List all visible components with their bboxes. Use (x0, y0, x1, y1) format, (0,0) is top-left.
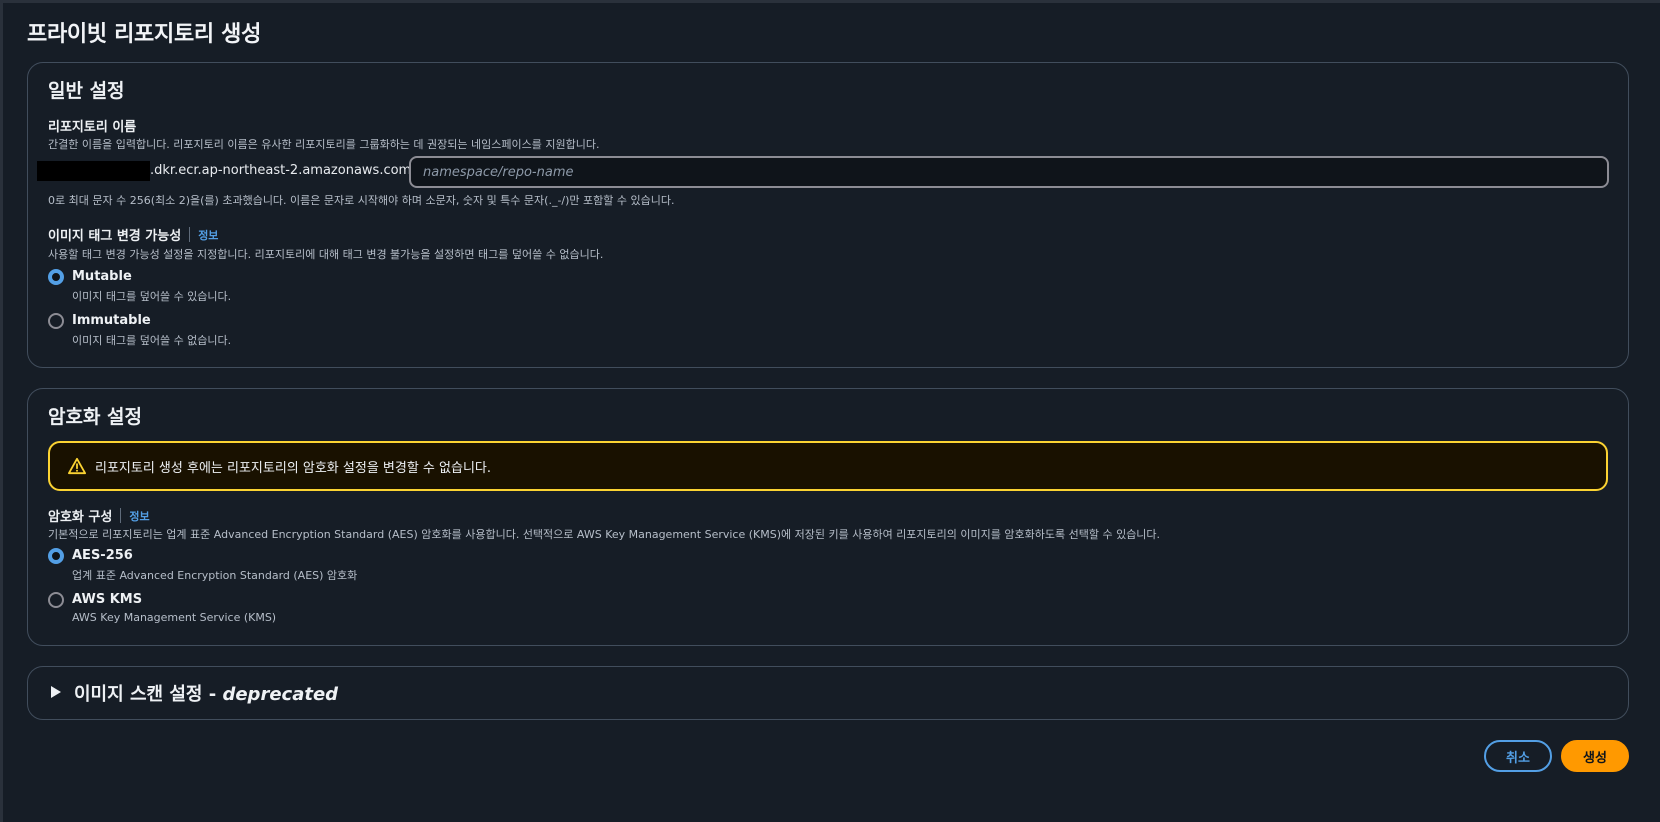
page-title: 프라이빗 리포지토리 생성 (27, 22, 262, 47)
image-scan-settings-panel[interactable]: 이미지 스캔 설정 - deprecated (27, 666, 1629, 720)
encryption-settings-heading: 암호화 설정 (48, 406, 143, 428)
window-left-border (0, 0, 3, 822)
radio-desc-aes256: 업계 표준 Advanced Encryption Standard (AES)… (72, 569, 358, 582)
warning-icon (68, 457, 86, 475)
radio-desc-mutable: 이미지 태그를 덮어쓸 수 있습니다. (72, 290, 232, 303)
tag-mutability-label: 이미지 태그 변경 가능성 (48, 229, 182, 244)
encryption-config-label: 암호화 구성 (48, 510, 113, 525)
encryption-config-label-row: 암호화 구성 정보 (48, 506, 150, 525)
encryption-warning-text: 리포지토리 생성 후에는 리포지토리의 암호화 설정을 변경할 수 없습니다. (95, 460, 491, 476)
radio-desc-immutable: 이미지 태그를 덮어쓸 수 없습니다. (72, 334, 232, 347)
tag-mutability-info-link[interactable]: 정보 (198, 227, 218, 243)
general-settings-panel: 일반 설정 리포지토리 이름 간결한 이름을 입력합니다. 리포지토리 이름은 … (27, 62, 1629, 368)
image-scan-settings-title[interactable]: 이미지 스캔 설정 - deprecated (74, 680, 338, 706)
repo-name-description: 간결한 이름을 입력합니다. 리포지토리 이름은 유사한 리포지토리를 그룹화하… (48, 138, 600, 151)
info-separator (120, 508, 122, 523)
redacted-account-id (37, 161, 150, 181)
window-top-border (0, 0, 1660, 3)
repo-name-constraint-hint: 0로 최대 문자 수 256(최소 2)을(를) 초과했습니다. 이름은 문자로… (48, 194, 675, 207)
repo-uri-prefix: .dkr.ecr.ap-northeast-2.amazonaws.com/ (150, 163, 416, 178)
caret-right-icon[interactable] (50, 685, 62, 699)
radio-desc-aws-kms: AWS Key Management Service (KMS) (72, 611, 277, 624)
encryption-config-description: 기본적으로 리포지토리는 업계 표준 Advanced Encryption S… (48, 528, 1161, 541)
radio-button-aws-kms[interactable] (48, 592, 64, 608)
radio-label-aws-kms: AWS KMS (72, 592, 143, 607)
repo-name-input[interactable] (409, 156, 1609, 188)
radio-button-mutable[interactable] (48, 269, 64, 285)
radio-button-immutable[interactable] (48, 313, 64, 329)
tag-mutability-description: 사용할 태그 변경 가능성 설정을 지정합니다. 리포지토리에 대해 태그 변경… (48, 248, 604, 261)
general-settings-heading: 일반 설정 (48, 80, 125, 102)
create-button[interactable]: 생성 (1561, 740, 1629, 772)
image-scan-title-text: 이미지 스캔 설정 - (74, 684, 223, 705)
image-scan-deprecated-label: deprecated (222, 684, 339, 705)
cancel-button[interactable]: 취소 (1484, 740, 1552, 772)
radio-label-immutable: Immutable (72, 313, 151, 328)
radio-option-immutable[interactable]: Immutable 이미지 태그를 덮어쓸 수 없습니다. (48, 312, 231, 348)
radio-label-mutable: Mutable (72, 269, 132, 284)
encryption-settings-panel: 암호화 설정 리포지토리 생성 후에는 리포지토리의 암호화 설정을 변경할 수… (27, 388, 1629, 646)
info-separator (189, 227, 191, 242)
encryption-config-info-link[interactable]: 정보 (129, 508, 149, 524)
radio-option-mutable[interactable]: Mutable 이미지 태그를 덮어쓸 수 있습니다. (48, 268, 231, 304)
radio-option-aws-kms[interactable]: AWS KMS AWS Key Management Service (KMS) (48, 591, 276, 624)
radio-label-aes256: AES-256 (72, 548, 133, 563)
repo-name-label: 리포지토리 이름 (48, 120, 137, 135)
encryption-warning-alert: 리포지토리 생성 후에는 리포지토리의 암호화 설정을 변경할 수 없습니다. (48, 441, 1608, 491)
tag-mutability-label-row: 이미지 태그 변경 가능성 정보 (48, 225, 218, 244)
radio-option-aes256[interactable]: AES-256 업계 표준 Advanced Encryption Standa… (48, 547, 357, 583)
radio-button-aes256[interactable] (48, 548, 64, 564)
